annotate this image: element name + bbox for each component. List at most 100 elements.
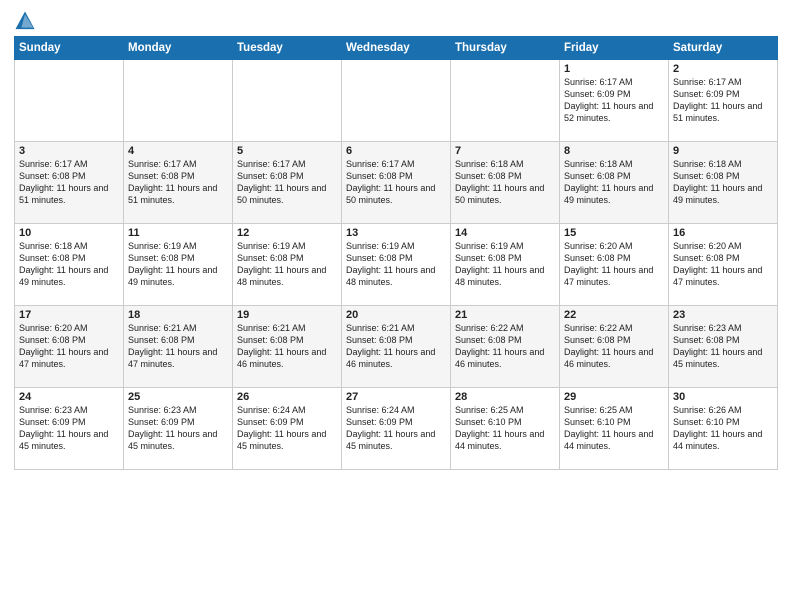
calendar-cell: 30Sunrise: 6:26 AM Sunset: 6:10 PM Dayli… [669, 388, 778, 470]
day-number: 23 [673, 309, 773, 321]
day-info: Sunrise: 6:25 AM Sunset: 6:10 PM Dayligh… [564, 404, 664, 453]
calendar-cell: 17Sunrise: 6:20 AM Sunset: 6:08 PM Dayli… [15, 306, 124, 388]
weekday-header-monday: Monday [124, 37, 233, 60]
day-number: 27 [346, 391, 446, 403]
calendar-cell [342, 60, 451, 142]
weekday-header-wednesday: Wednesday [342, 37, 451, 60]
day-info: Sunrise: 6:26 AM Sunset: 6:10 PM Dayligh… [673, 404, 773, 453]
day-number: 8 [564, 145, 664, 157]
calendar-cell: 2Sunrise: 6:17 AM Sunset: 6:09 PM Daylig… [669, 60, 778, 142]
calendar-cell: 10Sunrise: 6:18 AM Sunset: 6:08 PM Dayli… [15, 224, 124, 306]
calendar-cell: 12Sunrise: 6:19 AM Sunset: 6:08 PM Dayli… [233, 224, 342, 306]
calendar-cell: 9Sunrise: 6:18 AM Sunset: 6:08 PM Daylig… [669, 142, 778, 224]
day-number: 24 [19, 391, 119, 403]
header [14, 10, 778, 32]
weekday-header-thursday: Thursday [451, 37, 560, 60]
day-number: 11 [128, 227, 228, 239]
page-container: SundayMondayTuesdayWednesdayThursdayFrid… [0, 0, 792, 476]
day-info: Sunrise: 6:17 AM Sunset: 6:09 PM Dayligh… [673, 76, 773, 125]
calendar-cell: 21Sunrise: 6:22 AM Sunset: 6:08 PM Dayli… [451, 306, 560, 388]
day-info: Sunrise: 6:18 AM Sunset: 6:08 PM Dayligh… [564, 158, 664, 207]
calendar-cell [124, 60, 233, 142]
day-number: 5 [237, 145, 337, 157]
day-number: 7 [455, 145, 555, 157]
day-info: Sunrise: 6:18 AM Sunset: 6:08 PM Dayligh… [455, 158, 555, 207]
day-number: 28 [455, 391, 555, 403]
day-number: 15 [564, 227, 664, 239]
day-info: Sunrise: 6:17 AM Sunset: 6:08 PM Dayligh… [19, 158, 119, 207]
day-info: Sunrise: 6:23 AM Sunset: 6:09 PM Dayligh… [19, 404, 119, 453]
day-number: 14 [455, 227, 555, 239]
day-number: 12 [237, 227, 337, 239]
calendar-cell: 8Sunrise: 6:18 AM Sunset: 6:08 PM Daylig… [560, 142, 669, 224]
week-row-1: 1Sunrise: 6:17 AM Sunset: 6:09 PM Daylig… [15, 60, 778, 142]
day-number: 19 [237, 309, 337, 321]
day-info: Sunrise: 6:21 AM Sunset: 6:08 PM Dayligh… [237, 322, 337, 371]
day-info: Sunrise: 6:17 AM Sunset: 6:08 PM Dayligh… [237, 158, 337, 207]
day-number: 10 [19, 227, 119, 239]
calendar-cell [451, 60, 560, 142]
day-info: Sunrise: 6:23 AM Sunset: 6:09 PM Dayligh… [128, 404, 228, 453]
day-info: Sunrise: 6:17 AM Sunset: 6:09 PM Dayligh… [564, 76, 664, 125]
weekday-header-row: SundayMondayTuesdayWednesdayThursdayFrid… [15, 37, 778, 60]
day-number: 2 [673, 63, 773, 75]
day-number: 20 [346, 309, 446, 321]
calendar-cell: 29Sunrise: 6:25 AM Sunset: 6:10 PM Dayli… [560, 388, 669, 470]
day-info: Sunrise: 6:21 AM Sunset: 6:08 PM Dayligh… [128, 322, 228, 371]
calendar-cell [15, 60, 124, 142]
day-number: 16 [673, 227, 773, 239]
calendar-cell: 3Sunrise: 6:17 AM Sunset: 6:08 PM Daylig… [15, 142, 124, 224]
day-number: 3 [19, 145, 119, 157]
day-number: 22 [564, 309, 664, 321]
calendar-cell: 15Sunrise: 6:20 AM Sunset: 6:08 PM Dayli… [560, 224, 669, 306]
day-info: Sunrise: 6:23 AM Sunset: 6:08 PM Dayligh… [673, 322, 773, 371]
day-number: 30 [673, 391, 773, 403]
day-info: Sunrise: 6:21 AM Sunset: 6:08 PM Dayligh… [346, 322, 446, 371]
calendar-cell: 23Sunrise: 6:23 AM Sunset: 6:08 PM Dayli… [669, 306, 778, 388]
day-info: Sunrise: 6:20 AM Sunset: 6:08 PM Dayligh… [673, 240, 773, 289]
day-number: 9 [673, 145, 773, 157]
calendar-cell: 26Sunrise: 6:24 AM Sunset: 6:09 PM Dayli… [233, 388, 342, 470]
day-info: Sunrise: 6:19 AM Sunset: 6:08 PM Dayligh… [237, 240, 337, 289]
calendar-cell: 25Sunrise: 6:23 AM Sunset: 6:09 PM Dayli… [124, 388, 233, 470]
calendar-cell: 28Sunrise: 6:25 AM Sunset: 6:10 PM Dayli… [451, 388, 560, 470]
calendar-cell: 24Sunrise: 6:23 AM Sunset: 6:09 PM Dayli… [15, 388, 124, 470]
weekday-header-friday: Friday [560, 37, 669, 60]
weekday-header-saturday: Saturday [669, 37, 778, 60]
day-number: 1 [564, 63, 664, 75]
day-number: 26 [237, 391, 337, 403]
calendar-cell: 1Sunrise: 6:17 AM Sunset: 6:09 PM Daylig… [560, 60, 669, 142]
calendar-cell: 7Sunrise: 6:18 AM Sunset: 6:08 PM Daylig… [451, 142, 560, 224]
day-number: 25 [128, 391, 228, 403]
calendar-cell: 14Sunrise: 6:19 AM Sunset: 6:08 PM Dayli… [451, 224, 560, 306]
calendar-cell: 20Sunrise: 6:21 AM Sunset: 6:08 PM Dayli… [342, 306, 451, 388]
day-number: 18 [128, 309, 228, 321]
week-row-3: 10Sunrise: 6:18 AM Sunset: 6:08 PM Dayli… [15, 224, 778, 306]
day-info: Sunrise: 6:22 AM Sunset: 6:08 PM Dayligh… [564, 322, 664, 371]
day-info: Sunrise: 6:20 AM Sunset: 6:08 PM Dayligh… [564, 240, 664, 289]
day-info: Sunrise: 6:24 AM Sunset: 6:09 PM Dayligh… [237, 404, 337, 453]
weekday-header-sunday: Sunday [15, 37, 124, 60]
calendar-cell: 22Sunrise: 6:22 AM Sunset: 6:08 PM Dayli… [560, 306, 669, 388]
logo [14, 10, 40, 32]
day-number: 6 [346, 145, 446, 157]
day-info: Sunrise: 6:18 AM Sunset: 6:08 PM Dayligh… [19, 240, 119, 289]
calendar-cell: 19Sunrise: 6:21 AM Sunset: 6:08 PM Dayli… [233, 306, 342, 388]
day-info: Sunrise: 6:20 AM Sunset: 6:08 PM Dayligh… [19, 322, 119, 371]
week-row-4: 17Sunrise: 6:20 AM Sunset: 6:08 PM Dayli… [15, 306, 778, 388]
day-info: Sunrise: 6:17 AM Sunset: 6:08 PM Dayligh… [128, 158, 228, 207]
day-info: Sunrise: 6:17 AM Sunset: 6:08 PM Dayligh… [346, 158, 446, 207]
day-info: Sunrise: 6:24 AM Sunset: 6:09 PM Dayligh… [346, 404, 446, 453]
day-info: Sunrise: 6:19 AM Sunset: 6:08 PM Dayligh… [128, 240, 228, 289]
day-info: Sunrise: 6:19 AM Sunset: 6:08 PM Dayligh… [455, 240, 555, 289]
day-number: 29 [564, 391, 664, 403]
calendar-cell: 6Sunrise: 6:17 AM Sunset: 6:08 PM Daylig… [342, 142, 451, 224]
week-row-2: 3Sunrise: 6:17 AM Sunset: 6:08 PM Daylig… [15, 142, 778, 224]
day-number: 13 [346, 227, 446, 239]
calendar-cell: 18Sunrise: 6:21 AM Sunset: 6:08 PM Dayli… [124, 306, 233, 388]
day-number: 21 [455, 309, 555, 321]
calendar-cell [233, 60, 342, 142]
calendar-cell: 27Sunrise: 6:24 AM Sunset: 6:09 PM Dayli… [342, 388, 451, 470]
day-info: Sunrise: 6:19 AM Sunset: 6:08 PM Dayligh… [346, 240, 446, 289]
calendar-table: SundayMondayTuesdayWednesdayThursdayFrid… [14, 36, 778, 470]
